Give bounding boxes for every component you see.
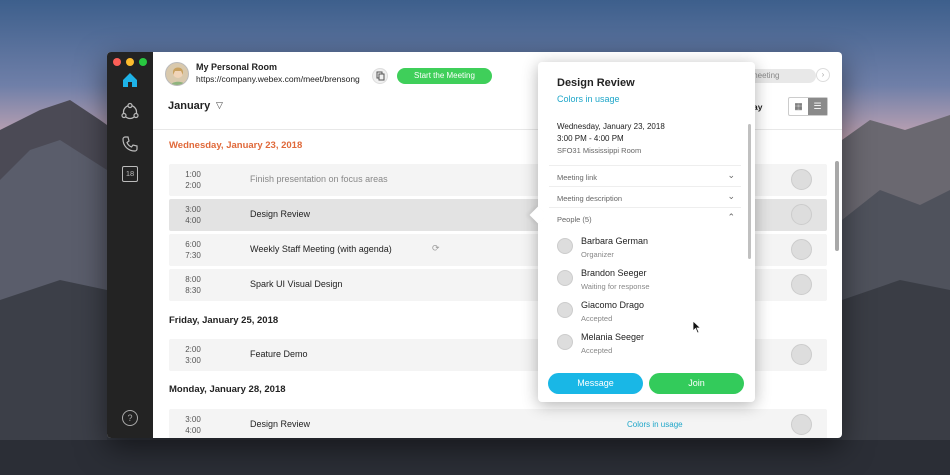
event-start: 8:00 xyxy=(185,275,201,284)
day-heading: Friday, January 25, 2018 xyxy=(169,315,279,326)
event-title: Design Review xyxy=(250,419,311,429)
person-status: Accepted xyxy=(581,346,613,355)
event-end: 8:30 xyxy=(185,286,201,295)
home-icon[interactable] xyxy=(120,70,140,90)
person-item[interactable]: Giacomo Drago Accepted xyxy=(557,300,737,332)
calendar-day-label: 18 xyxy=(125,169,135,178)
meeting-description-section[interactable]: Meeting description ⌄ xyxy=(549,186,741,207)
message-button[interactable]: Message xyxy=(548,373,643,394)
popover-date: Wednesday, January 23, 2018 xyxy=(557,122,665,131)
personal-room-title: My Personal Room xyxy=(196,62,278,72)
person-avatar xyxy=(557,238,573,254)
join-button[interactable]: Join xyxy=(649,373,744,394)
event-start: 2:00 xyxy=(185,345,201,354)
person-item[interactable]: Melania Seeger Accepted xyxy=(557,332,737,364)
attendee-avatar xyxy=(791,274,812,295)
close-window-button[interactable] xyxy=(113,58,121,66)
event-title: Spark UI Visual Design xyxy=(250,279,343,289)
recurring-icon: ⟳ xyxy=(432,243,440,253)
person-avatar xyxy=(557,334,573,350)
copy-link-button[interactable] xyxy=(372,68,388,84)
meeting-link-section[interactable]: Meeting link ⌄ xyxy=(549,165,741,186)
popover-room: SFO31 Mississippi Room xyxy=(557,146,642,155)
event-start: 6:00 xyxy=(185,240,201,249)
attendee-avatar xyxy=(791,204,812,225)
person-name: Brandon Seeger xyxy=(581,268,647,278)
start-meeting-button[interactable]: Start the Meeting xyxy=(397,68,492,84)
chevron-right-icon[interactable]: › xyxy=(816,68,830,82)
personal-room-url[interactable]: https://company.webex.com/meet/brensong xyxy=(196,74,360,84)
person-status: Waiting for response xyxy=(581,282,650,291)
person-name: Melania Seeger xyxy=(581,332,645,342)
view-toggle: ▦ ☰ xyxy=(788,97,828,116)
attendee-avatar xyxy=(791,169,812,190)
event-title: Design Review xyxy=(250,209,311,219)
event-end: 4:00 xyxy=(185,426,201,435)
event-end: 3:00 xyxy=(185,356,201,365)
day-heading: Monday, January 28, 2018 xyxy=(169,384,286,395)
event-row[interactable]: 3:00 4:00 Design Review Colors in usage xyxy=(169,409,827,438)
mouse-cursor-icon xyxy=(692,320,702,334)
event-title: Weekly Staff Meeting (with agenda) xyxy=(250,244,392,254)
person-status: Organizer xyxy=(581,250,614,259)
minimize-window-button[interactable] xyxy=(126,58,134,66)
month-selector[interactable]: January xyxy=(168,100,210,112)
person-item[interactable]: Barbara German Organizer xyxy=(557,236,737,268)
chevron-up-icon: ⌃ xyxy=(727,212,735,222)
calendar-icon[interactable]: 18 xyxy=(122,166,138,182)
event-start: 3:00 xyxy=(185,205,201,214)
event-end: 7:30 xyxy=(185,251,201,260)
teams-icon[interactable] xyxy=(120,102,140,122)
sidebar: 18 ? xyxy=(107,52,153,438)
attendee-avatar xyxy=(791,414,812,435)
section-label: People (5) xyxy=(557,215,592,224)
event-title: Feature Demo xyxy=(250,349,308,359)
popover-subtitle[interactable]: Colors in usage xyxy=(557,94,620,104)
popover-time: 3:00 PM - 4:00 PM xyxy=(557,134,624,143)
attendee-avatar xyxy=(791,344,812,365)
popover-title: Design Review xyxy=(557,77,635,89)
agenda-scrollbar[interactable] xyxy=(835,161,839,251)
event-start: 1:00 xyxy=(185,170,201,179)
chevron-down-icon: ⌄ xyxy=(727,170,735,180)
event-end: 4:00 xyxy=(185,216,201,225)
person-name: Giacomo Drago xyxy=(581,300,645,310)
section-label: Meeting description xyxy=(557,194,623,203)
copy-icon xyxy=(376,71,385,81)
meeting-details-popover: Design Review Colors in usage Wednesday,… xyxy=(529,62,755,402)
calendar-view-icon[interactable]: ▦ xyxy=(789,98,808,115)
chevron-down-icon[interactable]: ▽ xyxy=(216,100,223,111)
window-controls xyxy=(113,58,147,66)
list-view-icon[interactable]: ☰ xyxy=(808,98,827,115)
event-end: 2:00 xyxy=(185,181,201,190)
avatar[interactable] xyxy=(165,62,189,86)
phone-icon[interactable] xyxy=(120,134,140,154)
people-section[interactable]: People (5) ⌃ xyxy=(549,207,741,228)
person-status: Accepted xyxy=(581,314,613,323)
zoom-window-button[interactable] xyxy=(139,58,147,66)
attendee-avatar xyxy=(791,239,812,260)
event-title: Finish presentation on focus areas xyxy=(250,174,388,184)
popover-scrollbar[interactable] xyxy=(748,124,751,259)
person-avatar xyxy=(557,270,573,286)
day-heading: Wednesday, January 23, 2018 xyxy=(169,140,303,151)
person-avatar xyxy=(557,302,573,318)
person-item[interactable]: Brandon Seeger Waiting for response xyxy=(557,268,737,300)
person-name: Barbara German xyxy=(581,236,649,246)
event-tag: Colors in usage xyxy=(627,420,683,429)
section-label: Meeting link xyxy=(557,173,598,182)
help-icon[interactable]: ? xyxy=(122,410,138,426)
event-start: 3:00 xyxy=(185,415,201,424)
chevron-down-icon: ⌄ xyxy=(727,191,735,201)
